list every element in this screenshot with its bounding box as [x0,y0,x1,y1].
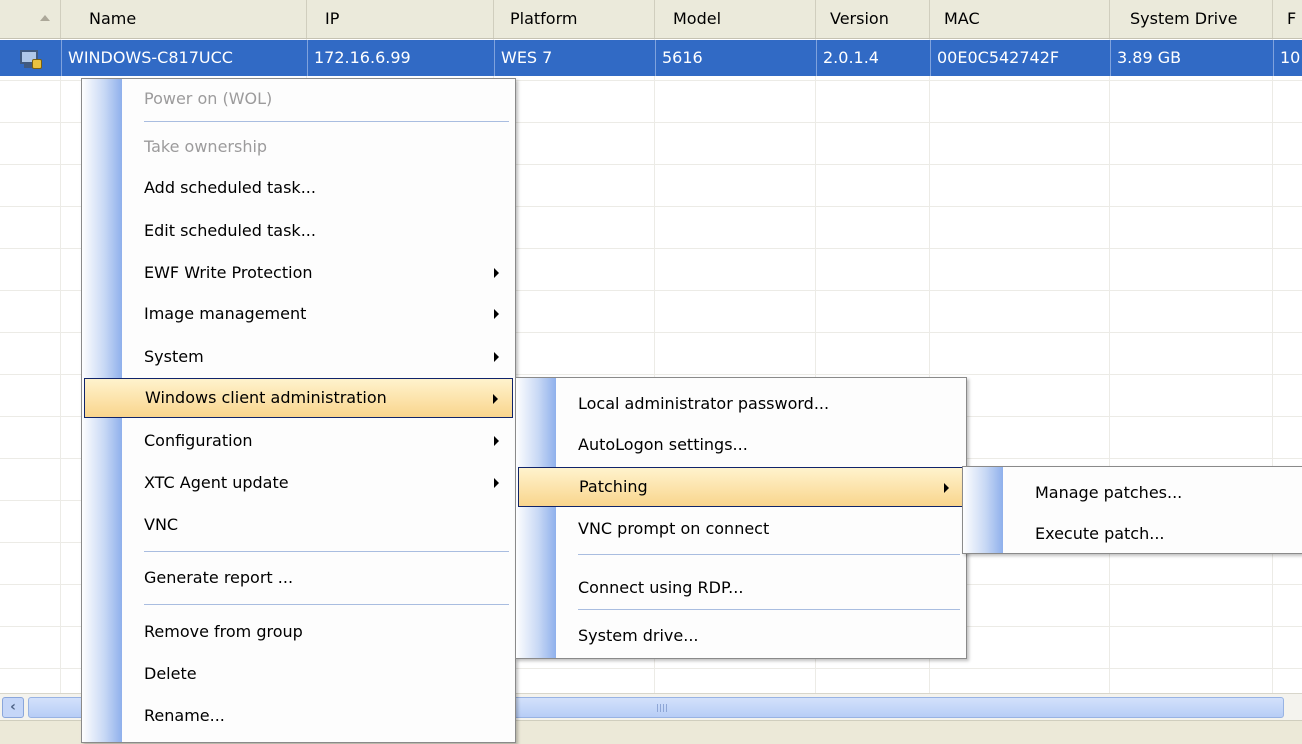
menu-item-label: Image management [144,304,307,323]
patching-submenu: Manage patches... Execute patch... [962,466,1302,554]
submenu-arrow-icon [493,394,498,404]
scroll-left-button[interactable]: ‹ [2,697,24,718]
submenu-arrow-icon [494,436,499,446]
menu-item-remove-from-group[interactable]: Remove from group [84,612,513,652]
thin-client-badge-icon [32,59,42,69]
column-model[interactable]: Model [655,0,816,38]
menu-item-connect-using-rdp[interactable]: Connect using RDP... [518,568,964,608]
column-name[interactable]: Name [61,0,307,38]
column-mac[interactable]: MAC [930,0,1110,38]
cell-platform: WES 7 [494,40,655,76]
menu-item-system-drive[interactable]: System drive... [518,616,964,656]
menu-item-label: EWF Write Protection [144,263,313,282]
menu-item-local-administrator-password[interactable]: Local administrator password... [518,384,964,424]
submenu-arrow-icon [494,478,499,488]
submenu-arrow-icon [494,268,499,278]
windows-client-administration-submenu: Local administrator password... AutoLogo… [515,377,967,659]
menu-item-image-management[interactable]: Image management [84,294,513,334]
menu-item-windows-client-administration[interactable]: Windows client administration [84,378,513,418]
table-row-selected[interactable]: WINDOWS-C817UCC 172.16.6.99 WES 7 5616 2… [0,40,1302,76]
menu-item-configuration[interactable]: Configuration [84,421,513,461]
menu-item-label: Configuration [144,431,253,450]
sort-ascending-icon [40,15,50,21]
column-version[interactable]: Version [816,0,930,38]
menu-item-generate-report[interactable]: Generate report ... [84,558,513,598]
menu-item-system[interactable]: System [84,337,513,377]
menu-item-ewf-write-protection[interactable]: EWF Write Protection [84,253,513,293]
menu-item-delete[interactable]: Delete [84,654,513,694]
cell-extra: 10 [1273,40,1302,76]
menu-item-label: System [144,347,204,366]
menu-separator [144,551,509,552]
context-menu: Power on (WOL) Take ownership Add schedu… [81,78,516,743]
menu-item-edit-scheduled-task[interactable]: Edit scheduled task... [84,211,513,251]
menu-item-vnc[interactable]: VNC [84,505,513,545]
menu-item-manage-patches[interactable]: Manage patches... [965,473,1300,513]
menu-separator [144,121,509,122]
menu-item-rename[interactable]: Rename... [84,696,513,736]
menu-item-label: XTC Agent update [144,473,289,492]
menu-item-autologon-settings[interactable]: AutoLogon settings... [518,425,964,465]
menu-separator [578,609,960,610]
menu-separator [578,554,960,555]
column-f[interactable]: F [1273,0,1302,38]
column-header: Name IP Platform Model Version MAC Syste… [0,0,1302,39]
menu-item-execute-patch[interactable]: Execute patch... [965,514,1300,554]
scrollbar-grip-icon [657,704,667,712]
submenu-arrow-icon [944,483,949,493]
cell-name: WINDOWS-C817UCC [61,40,307,76]
cell-system-drive: 3.89 GB [1110,40,1273,76]
menu-item-add-scheduled-task[interactable]: Add scheduled task... [84,168,513,208]
sort-column-header[interactable] [0,0,61,38]
column-ip[interactable]: IP [307,0,494,38]
menu-item-patching[interactable]: Patching [518,467,964,507]
cell-mac: 00E0C542742F [930,40,1110,76]
cell-model: 5616 [655,40,816,76]
menu-item-label: Patching [579,477,648,496]
column-platform[interactable]: Platform [494,0,655,38]
cell-ip: 172.16.6.99 [307,40,494,76]
cell-version: 2.0.1.4 [816,40,930,76]
menu-item-power-on[interactable]: Power on (WOL) [84,79,513,119]
column-system-drive[interactable]: System Drive [1110,0,1273,38]
menu-separator [144,604,509,605]
menu-item-vnc-prompt-on-connect[interactable]: VNC prompt on connect [518,509,964,549]
menu-item-xtc-agent-update[interactable]: XTC Agent update [84,463,513,503]
submenu-arrow-icon [494,309,499,319]
menu-item-take-ownership[interactable]: Take ownership [84,127,513,167]
menu-item-label: Windows client administration [145,388,387,407]
submenu-arrow-icon [494,352,499,362]
